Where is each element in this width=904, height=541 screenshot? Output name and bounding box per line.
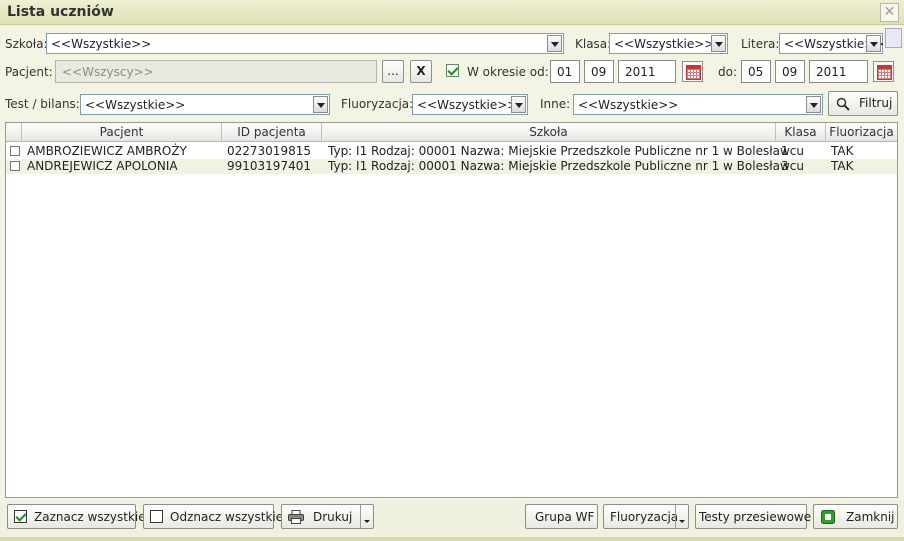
header-klasa[interactable]: Klasa [776, 123, 826, 142]
okres-from-month[interactable]: 09 [584, 60, 614, 83]
cell-pacjent: AMBROZIEWICZ AMBROŻY [27, 144, 187, 158]
chevron-down-icon[interactable] [711, 35, 726, 52]
klasa-value: <<Wszystkie>> [614, 37, 715, 51]
litera-select[interactable]: <<Wszystkie>> [779, 33, 884, 54]
table-row[interactable]: ANDREJEWICZ APOLONIA 99103197401 Typ: I1… [6, 159, 897, 174]
chevron-down-icon[interactable] [313, 96, 328, 113]
cell-id: 99103197401 [227, 159, 311, 173]
row-checkbox[interactable] [10, 146, 20, 156]
okres-to-day[interactable]: 05 [741, 60, 771, 83]
okres-to-month[interactable]: 09 [775, 60, 805, 83]
exit-icon [821, 510, 835, 524]
test-bilans-select[interactable]: <<Wszystkie>> [80, 94, 330, 115]
inne-value: <<Wszystkie>> [578, 98, 679, 112]
close-window-button[interactable]: ✕ [880, 3, 899, 22]
grupa-wf-button[interactable]: Grupa WF [525, 504, 598, 529]
deselect-all-label: Odznacz wszystkie [170, 510, 284, 524]
cell-pacjent: ANDREJEWICZ APOLONIA [27, 159, 178, 173]
fluoryzacja-select[interactable]: <<Wszystkie>> [412, 94, 528, 115]
grupa-wf-label: Grupa WF [535, 510, 595, 524]
chevron-down-icon[interactable] [866, 35, 881, 52]
table-row[interactable]: AMBROZIEWICZ AMBROŻY 02273019815 Typ: I1… [6, 144, 897, 159]
okres-from-year[interactable]: 2011 [618, 60, 676, 83]
okres-to-year[interactable]: 2011 [809, 60, 868, 83]
okres-checkbox[interactable] [446, 64, 459, 77]
okres-from-day[interactable]: 01 [550, 60, 580, 83]
filter-button-label: Filtruj [859, 96, 893, 110]
print-dropdown-arrow[interactable] [360, 505, 373, 528]
inne-label: Inne: [540, 97, 571, 111]
litera-label: Litera: [741, 37, 780, 51]
close-button[interactable]: Zamknij [813, 504, 898, 529]
select-all-button[interactable]: Zaznacz wszystkie [7, 504, 146, 529]
cell-klasa: 3 [781, 159, 789, 173]
table-header: Pacjent ID pacjenta Szkoła Klasa Fluoriz… [6, 123, 897, 142]
fluoryzacja-button[interactable]: Fluoryzacja [603, 504, 689, 529]
cell-fluoryzacja: TAK [831, 144, 854, 158]
testy-button[interactable]: Testy przesiewowe [695, 504, 811, 529]
szkola-value: <<Wszystkie>> [51, 37, 152, 51]
chevron-down-icon[interactable] [511, 96, 526, 113]
cell-id: 02273019815 [227, 144, 311, 158]
students-table: Pacjent ID pacjenta Szkoła Klasa Fluoriz… [5, 122, 898, 498]
print-label: Drukuj [313, 510, 353, 524]
pacjent-clear-button[interactable]: X [410, 60, 432, 83]
fluoryzacja-label: Fluoryzacja: [341, 97, 414, 111]
header-fluoryzacja[interactable]: Fluorizacja [826, 123, 897, 142]
testy-label: Testy przesiewowe [699, 510, 812, 524]
okres-label: W okresie od: [467, 65, 549, 79]
checkbox-checked-icon [14, 510, 27, 523]
szkola-select[interactable]: <<Wszystkie>> [46, 33, 564, 54]
klasa-select[interactable]: <<Wszystkie>> [609, 33, 728, 54]
klasa-label: Klasa: [575, 37, 612, 51]
cell-fluoryzacja: TAK [831, 159, 854, 173]
bottom-toolbar: Zaznacz wszystkie Odznacz wszystkie Druk… [0, 500, 904, 541]
filter-button[interactable]: Filtruj [828, 91, 898, 116]
calendar-icon[interactable] [682, 61, 703, 82]
title-bar: Lista uczniów ✕ [0, 0, 904, 25]
calendar-icon[interactable] [873, 61, 894, 82]
print-button[interactable]: Drukuj [281, 504, 374, 529]
header-select-column[interactable] [6, 123, 22, 142]
pacjent-field: <<Wszyscy>> [55, 60, 377, 83]
fluoryzacja-value: <<Wszystkie>> [417, 98, 518, 112]
cell-szkola: Typ: I1 Rodzaj: 00001 Nazwa: Miejskie Pr… [328, 144, 804, 158]
window-title: Lista uczniów [7, 4, 114, 20]
header-id[interactable]: ID pacjenta [222, 123, 322, 142]
szkola-label: Szkoła: [5, 37, 48, 51]
cell-klasa: 1 [781, 144, 789, 158]
inne-select[interactable]: <<Wszystkie>> [573, 94, 823, 115]
test-bilans-label: Test / bilans: [5, 97, 80, 111]
test-bilans-value: <<Wszystkie>> [85, 98, 186, 112]
select-all-label: Zaznacz wszystkie [34, 510, 146, 524]
close-label: Zamknij [846, 510, 895, 524]
printer-icon [288, 510, 304, 524]
row-checkbox[interactable] [10, 161, 20, 171]
checkbox-empty-icon [150, 510, 163, 523]
okres-to-label: do: [718, 65, 738, 79]
chevron-down-icon[interactable] [547, 35, 562, 52]
scrollbar-corner [885, 28, 902, 48]
header-pacjent[interactable]: Pacjent [22, 123, 222, 142]
deselect-all-button[interactable]: Odznacz wszystkie [143, 504, 283, 529]
header-szkola[interactable]: Szkoła [322, 123, 776, 142]
search-icon [836, 97, 850, 111]
pacjent-browse-button[interactable]: ... [382, 60, 404, 83]
chevron-down-icon[interactable] [806, 96, 821, 113]
pacjent-label: Pacjent: [5, 65, 53, 79]
fluoryzacja-button-label: Fluoryzacja [610, 510, 679, 524]
fluoryzacja-dropdown-arrow[interactable] [675, 505, 688, 528]
cell-szkola: Typ: I1 Rodzaj: 00001 Nazwa: Miejskie Pr… [328, 159, 804, 173]
